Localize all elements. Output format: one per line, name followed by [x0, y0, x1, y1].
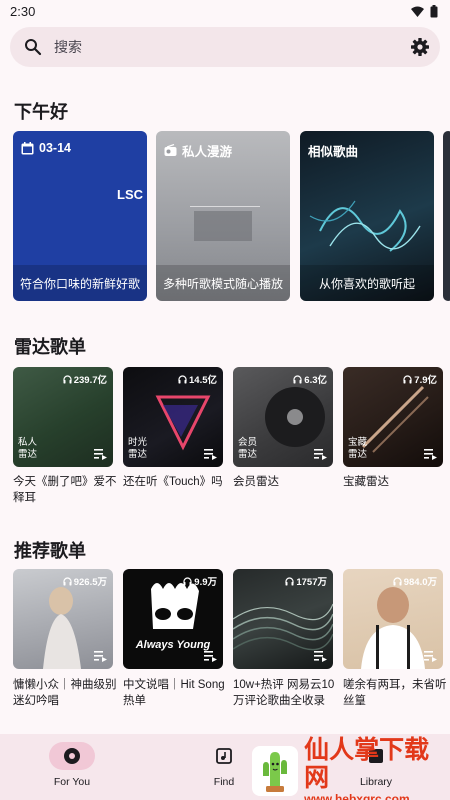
play-count: 6.3亿 [293, 372, 327, 386]
playlist-play-icon[interactable] [424, 651, 437, 662]
playlist-play-icon[interactable] [314, 449, 327, 460]
card-artwork [190, 191, 260, 207]
playlist-tile[interactable]: 1757万 [233, 569, 333, 669]
card-art-text: LSC [117, 187, 143, 202]
radar-caption[interactable]: 还在听《Touch》吗 [123, 474, 227, 490]
nav-indicator [201, 742, 247, 770]
play-count: 9.9万 [183, 574, 217, 588]
playlist-play-icon[interactable] [94, 651, 107, 662]
radar-tile-timeline[interactable]: 14.5亿 时光 雷达 [123, 367, 223, 467]
status-bar: 2:30 [0, 0, 450, 22]
play-count: 1757万 [285, 574, 327, 588]
playlist-play-icon[interactable] [204, 651, 217, 662]
tile-tag: 宝藏 雷达 [348, 437, 368, 460]
next-card-peek[interactable] [443, 131, 450, 301]
status-icons [411, 4, 438, 18]
play-count: 926.5万 [63, 574, 107, 588]
card-header: 私人漫游 [164, 141, 232, 160]
search-bar[interactable]: 搜索 [10, 27, 440, 67]
calendar-icon [21, 141, 34, 154]
card-header: 相似歌曲 [308, 141, 358, 160]
radar-row: 239.7亿 私人 雷达 14.5亿 时光 雷达 6.3亿 会员 雷达 7.9亿… [13, 367, 450, 467]
headphones-icon [285, 576, 294, 585]
card-title: 03-14 [39, 141, 71, 155]
watermark-url: www.hebxqrc.com [304, 792, 410, 800]
playlist-caption[interactable]: 中文说唱｜Hit Song热单 [123, 677, 227, 709]
playlist-tile[interactable]: 984.0万 [343, 569, 443, 669]
tile-tag: 私人 雷达 [18, 437, 38, 460]
battery-icon [430, 4, 438, 17]
find-icon [216, 748, 232, 764]
play-count: 7.9亿 [403, 372, 437, 386]
headphones-icon [393, 576, 402, 585]
tile-tag: 会员 雷达 [238, 437, 258, 460]
headphones-icon [63, 374, 72, 383]
headphones-icon [403, 374, 412, 383]
tile-art-text: Always Young [135, 639, 211, 651]
settings-gear-icon[interactable] [410, 37, 430, 57]
playlist-play-icon[interactable] [424, 449, 437, 460]
recommended-heading: 推荐歌单 [14, 541, 86, 561]
playlist-caption[interactable]: 10w+热评 网易云10万评论歌曲全收录 [233, 677, 337, 709]
greeting-heading: 下午好 [14, 102, 68, 122]
radar-heading: 雷达歌单 [14, 337, 86, 357]
search-input[interactable]: 搜索 [54, 37, 410, 57]
similar-songs-card[interactable]: 相似歌曲 从你喜欢的歌听起 [300, 131, 434, 301]
cactus-logo-icon [252, 746, 299, 796]
card-header: 03-14 [21, 141, 71, 155]
headphones-icon [63, 576, 72, 585]
card-title: 私人漫游 [182, 145, 233, 159]
playlist-play-icon[interactable] [94, 449, 107, 460]
radar-tile-treasure[interactable]: 7.9亿 宝藏 雷达 [343, 367, 443, 467]
card-caption: 多种听歌模式随心播放 [156, 265, 290, 301]
playlist-play-icon[interactable] [204, 449, 217, 460]
nav-label: For You [53, 776, 91, 788]
search-icon [25, 39, 42, 56]
radar-tile-vip[interactable]: 6.3亿 会员 雷达 [233, 367, 333, 467]
headphones-icon [293, 374, 302, 383]
playlist-play-icon[interactable] [314, 651, 327, 662]
recommended-row: 926.5万 Always Young 9.9万 1757万 984.0万 [13, 569, 450, 669]
daily-recommend-card[interactable]: 03-14 LSC 符合你口味的新鲜好歌 [13, 131, 147, 301]
headphones-icon [178, 374, 187, 383]
nav-indicator [49, 742, 95, 770]
card-title: 相似歌曲 [308, 145, 359, 159]
playlist-tile[interactable]: Always Young 9.9万 [123, 569, 223, 669]
playlist-caption[interactable]: 慵懒小众｜神曲级别迷幻吟唱 [13, 677, 117, 709]
radar-caption[interactable]: 今天《删了吧》爱不释耳 [13, 474, 117, 506]
play-count: 14.5亿 [178, 372, 217, 386]
private-roaming-card[interactable]: 私人漫游 多种听歌模式随心播放 [156, 131, 290, 301]
card-caption: 符合你口味的新鲜好歌 [13, 265, 147, 301]
playlist-tile[interactable]: 926.5万 [13, 569, 113, 669]
for-you-icon [64, 748, 80, 764]
headphones-icon [183, 576, 192, 585]
radar-tile-private[interactable]: 239.7亿 私人 雷达 [13, 367, 113, 467]
wifi-icon [411, 6, 424, 17]
tile-tag: 时光 雷达 [128, 437, 148, 460]
play-count: 984.0万 [393, 574, 437, 588]
site-watermark: 仙人掌下载网 www.hebxqrc.com [252, 736, 448, 800]
radar-caption[interactable]: 宝藏雷达 [343, 474, 447, 490]
play-count: 239.7亿 [63, 372, 107, 386]
card-artwork [309, 200, 421, 252]
status-time: 2:30 [10, 3, 36, 19]
playlist-caption[interactable]: 嗟余有两耳，未省听丝篁 [343, 677, 447, 709]
card-artwork-building [194, 211, 252, 241]
watermark-title: 仙人掌下载网 [304, 736, 430, 792]
nav-for-you[interactable]: For You [27, 742, 117, 788]
bottom-navigation: For You Find Library 仙人掌下载网 www.hebxqrc.… [0, 734, 450, 800]
radio-icon [164, 144, 177, 156]
radar-caption[interactable]: 会员雷达 [233, 474, 337, 490]
card-caption: 从你喜欢的歌听起 [300, 265, 434, 301]
featured-carousel[interactable]: 03-14 LSC 符合你口味的新鲜好歌 私人漫游 多种听歌模式随心播放 相似歌… [13, 131, 450, 301]
